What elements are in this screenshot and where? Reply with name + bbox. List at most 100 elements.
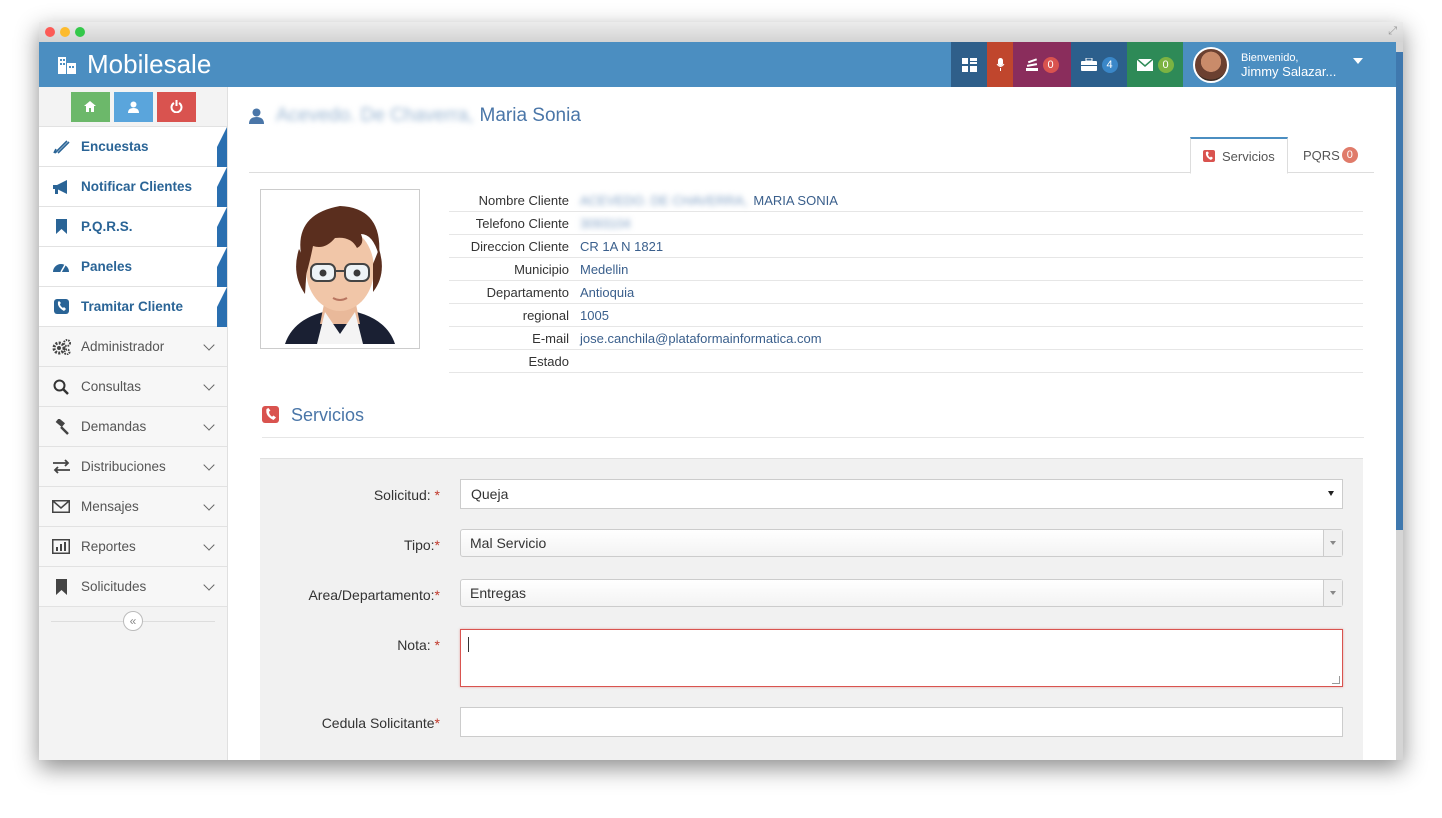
minimize-window-button[interactable]: [60, 27, 70, 37]
microphone-icon: [996, 58, 1004, 71]
briefcase-badge: 4: [1101, 56, 1118, 73]
sidebar-item-mensajes[interactable]: Mensajes: [39, 487, 227, 527]
close-window-button[interactable]: [45, 27, 55, 37]
detail-key: Nombre Cliente: [478, 192, 569, 208]
client-photo: [260, 189, 420, 349]
pqrs-count-badge: 0: [1341, 147, 1358, 163]
detail-value: Antioquia: [580, 284, 635, 300]
dropdown-toggle[interactable]: [1323, 580, 1342, 606]
page-title: Acevedo. De Chaverra, Maria Sonia: [249, 105, 581, 127]
sidebar-item-label: Distribuciones: [81, 459, 166, 474]
solicitud-select[interactable]: Queja: [460, 479, 1343, 509]
sidebar-item-administrador[interactable]: Administrador: [39, 327, 227, 367]
avatar: [1193, 46, 1229, 83]
sidebar-item-label: Tramitar Cliente: [81, 299, 184, 314]
window-titlebar: ⤢: [39, 22, 1403, 42]
detail-value: 1005: [580, 307, 609, 323]
phone-icon: [1203, 150, 1215, 162]
app-header: Mobilesale 0 4 0 Bienvenido, Jimmy Salaz…: [39, 42, 1403, 87]
fullscreen-icon[interactable]: ⤢: [1388, 25, 1397, 38]
service-form: Solicitud: * Queja Tipo:* Mal Servicio A…: [260, 458, 1363, 760]
app-brand[interactable]: Mobilesale: [57, 42, 211, 87]
select-value: Queja: [471, 486, 509, 502]
home-button[interactable]: [70, 91, 110, 122]
text-cursor: [468, 637, 469, 652]
power-icon: [170, 100, 182, 113]
tipo-select[interactable]: Mal Servicio: [460, 529, 1343, 557]
search-icon: [51, 379, 71, 395]
label-text: Solicitud:: [373, 487, 431, 503]
dropdown-toggle[interactable]: [1323, 530, 1342, 556]
megaphone-icon: [51, 179, 71, 194]
chevron-down-icon: [203, 379, 215, 391]
tab-servicios[interactable]: Servicios: [1190, 137, 1288, 174]
logout-button[interactable]: [156, 91, 196, 122]
form-row-solicitud: Solicitud: * Queja: [260, 479, 1363, 509]
required-mark: *: [434, 587, 440, 603]
resize-grip-icon[interactable]: [1332, 676, 1340, 684]
top-toolbar: 0 4 0 Bienvenido, Jimmy Salazar...: [951, 42, 1375, 87]
select-value: Entregas: [470, 585, 527, 601]
section-heading: Servicios: [262, 405, 1364, 438]
bookmark-icon: [51, 219, 71, 234]
sidebar-item-consultas[interactable]: Consultas: [39, 367, 227, 407]
stack-button[interactable]: 0: [1013, 42, 1071, 87]
user-icon: [127, 101, 139, 113]
required-mark: *: [434, 637, 440, 653]
detail-key: E-mail: [532, 330, 569, 346]
mail-button[interactable]: 0: [1127, 42, 1183, 87]
client-avatar-illustration: [265, 194, 415, 344]
briefcase-button[interactable]: 4: [1071, 42, 1127, 87]
sidebar-item-reportes[interactable]: Reportes: [39, 527, 227, 567]
detail-key: Estado: [528, 353, 569, 369]
sidebar-item-solicitudes[interactable]: Solicitudes: [39, 567, 227, 607]
detail-value: CR 1A N 1821: [580, 238, 664, 254]
chevron-down-icon: [203, 339, 215, 351]
tab-pqrs[interactable]: PQRS 0: [1291, 137, 1370, 173]
microphone-button[interactable]: [987, 42, 1013, 87]
maximize-window-button[interactable]: [75, 27, 85, 37]
profile-button[interactable]: [113, 91, 153, 122]
tabs: Servicios PQRS 0: [249, 137, 1374, 174]
grid-button[interactable]: [951, 42, 987, 87]
client-name-redacted: Acevedo. De Chaverra,: [276, 105, 474, 126]
sidebar-collapse-button[interactable]: «: [123, 611, 143, 631]
area-select[interactable]: Entregas: [460, 579, 1343, 607]
main-content: Acevedo. De Chaverra, Maria Sonia Servic…: [229, 87, 1396, 760]
user-welcome: Bienvenido, Jimmy Salazar...: [1241, 51, 1336, 79]
label-text: Cedula Solicitante: [321, 715, 435, 731]
sidebar-item-encuestas[interactable]: Encuestas: [39, 127, 227, 207]
sidebar-item-distribuciones[interactable]: Distribuciones: [39, 447, 227, 487]
cedula-input[interactable]: [460, 707, 1343, 737]
stack-badge: 0: [1042, 56, 1059, 73]
sidebar-item-label: Mensajes: [81, 499, 139, 514]
detail-value-redacted: ACEVEDO. DE CHAVERRA,: [580, 192, 748, 208]
chevron-down-icon: [203, 539, 215, 551]
sidebar-item-demandas[interactable]: Demandas: [39, 407, 227, 447]
sidebar-collapse-row: «: [39, 607, 227, 635]
sidebar-item-label: P.Q.R.S.: [81, 219, 133, 234]
building-icon: [58, 56, 76, 74]
sidebar-shortcuts: [39, 87, 227, 127]
transfer-icon: [51, 459, 71, 474]
sidebar-item-tramitar-cliente[interactable]: Tramitar Cliente: [39, 287, 227, 367]
form-row-nota: Nota: *: [260, 629, 1363, 687]
page-scrollbar[interactable]: [1396, 42, 1403, 760]
sidebar-item-label: Consultas: [81, 379, 142, 394]
required-mark: *: [434, 715, 440, 731]
sidebar-item-label: Encuestas: [81, 139, 149, 154]
sidebar-item-label: Notificar Clientes: [81, 179, 193, 194]
sidebar-item-paneles[interactable]: Paneles: [39, 247, 227, 327]
required-mark: *: [434, 537, 440, 553]
sidebar-item-pqrs[interactable]: P.Q.R.S.: [39, 207, 227, 287]
cogs-icon: [51, 338, 71, 355]
nota-textarea[interactable]: [460, 629, 1343, 687]
detail-key: regional: [522, 307, 569, 323]
user-menu[interactable]: Bienvenido, Jimmy Salazar...: [1183, 42, 1375, 87]
scrollbar-thumb[interactable]: [1396, 52, 1403, 530]
sidebar-item-notificar-clientes[interactable]: Notificar Clientes: [39, 167, 227, 247]
grid-icon: [961, 57, 977, 72]
detail-key: Municipio: [514, 261, 569, 277]
sidebar-item-label: Demandas: [81, 419, 147, 434]
phone-icon: [51, 299, 71, 314]
